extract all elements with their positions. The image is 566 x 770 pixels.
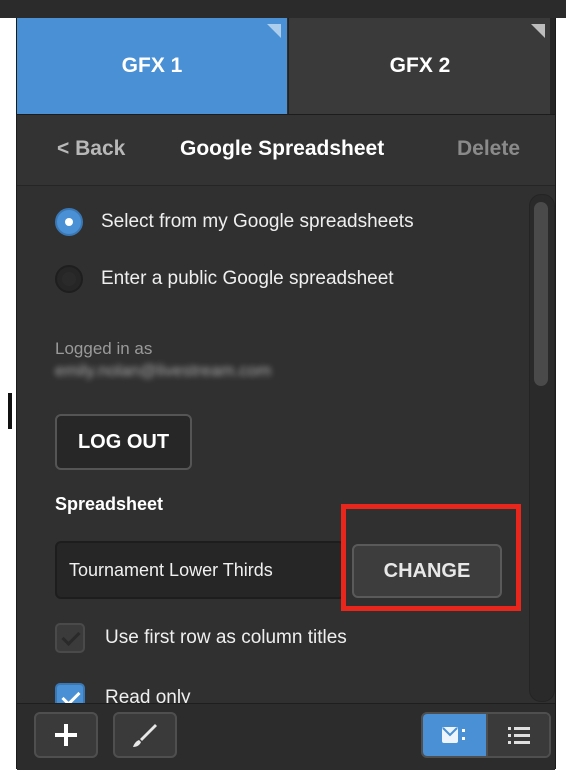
tab-divider	[550, 18, 555, 114]
nav-bar: < Back Google Spreadsheet Delete	[17, 115, 555, 186]
graphics-panel: GFX 1 GFX 2 < Back Google Spreadsheet De…	[16, 18, 556, 770]
logout-button[interactable]: LOG OUT	[55, 414, 192, 470]
style-button[interactable]	[113, 712, 177, 758]
spreadsheet-name-field: Tournament Lower Thirds	[55, 541, 345, 599]
tab-gfx-2[interactable]: GFX 2	[288, 18, 551, 114]
grid-view-button[interactable]	[423, 714, 486, 756]
delete-button[interactable]: Delete	[457, 137, 520, 161]
add-button[interactable]	[34, 712, 98, 758]
radio-my-spreadsheets[interactable]: Select from my Google spreadsheets	[55, 208, 414, 236]
tab-gfx-1[interactable]: GFX 1	[17, 18, 287, 114]
left-edge	[0, 18, 16, 769]
checkbox-disabled-icon[interactable]	[55, 623, 85, 653]
back-button[interactable]: < Back	[57, 137, 125, 161]
brush-icon	[133, 724, 157, 747]
resize-handle[interactable]	[8, 393, 12, 429]
tab-gfx-2-label: GFX 2	[389, 54, 451, 77]
radio-public-spreadsheet-label: Enter a public Google spreadsheet	[101, 268, 394, 289]
page-title: Google Spreadsheet	[180, 137, 385, 160]
spreadsheet-name: Tournament Lower Thirds	[69, 559, 273, 580]
first-row-titles-option[interactable]: Use first row as column titles	[55, 623, 347, 653]
grid-view-icon	[441, 727, 465, 743]
corner-triangle-icon	[267, 24, 281, 38]
first-row-titles-label: Use first row as column titles	[105, 627, 347, 648]
tab-bar: GFX 1 GFX 2	[17, 18, 555, 115]
list-view-button[interactable]	[486, 714, 549, 756]
top-bar	[0, 0, 566, 18]
read-only-option[interactable]: Read only	[55, 683, 191, 703]
logged-in-label: Logged in as	[55, 339, 153, 358]
account-email: emily.nolan@livestream.com	[55, 361, 272, 380]
read-only-label: Read only	[105, 687, 191, 703]
footer-toolbar	[17, 703, 555, 770]
view-toggle	[421, 712, 551, 758]
radio-selected-icon[interactable]	[55, 208, 83, 236]
checkbox-checked-icon[interactable]	[55, 683, 85, 703]
corner-triangle-icon	[531, 24, 545, 38]
list-view-icon	[507, 727, 530, 744]
radio-my-spreadsheets-label: Select from my Google spreadsheets	[101, 211, 414, 232]
tab-gfx-1-label: GFX 1	[121, 54, 183, 77]
plus-icon	[55, 724, 77, 746]
change-spreadsheet-button[interactable]: CHANGE	[352, 544, 502, 598]
scrollbar-thumb[interactable]	[534, 202, 548, 386]
spreadsheet-section-label: Spreadsheet	[55, 494, 164, 514]
radio-public-spreadsheet[interactable]: Enter a public Google spreadsheet	[55, 265, 394, 293]
settings-content: Select from my Google spreadsheets Enter…	[17, 186, 555, 703]
radio-unselected-icon[interactable]	[55, 265, 83, 293]
